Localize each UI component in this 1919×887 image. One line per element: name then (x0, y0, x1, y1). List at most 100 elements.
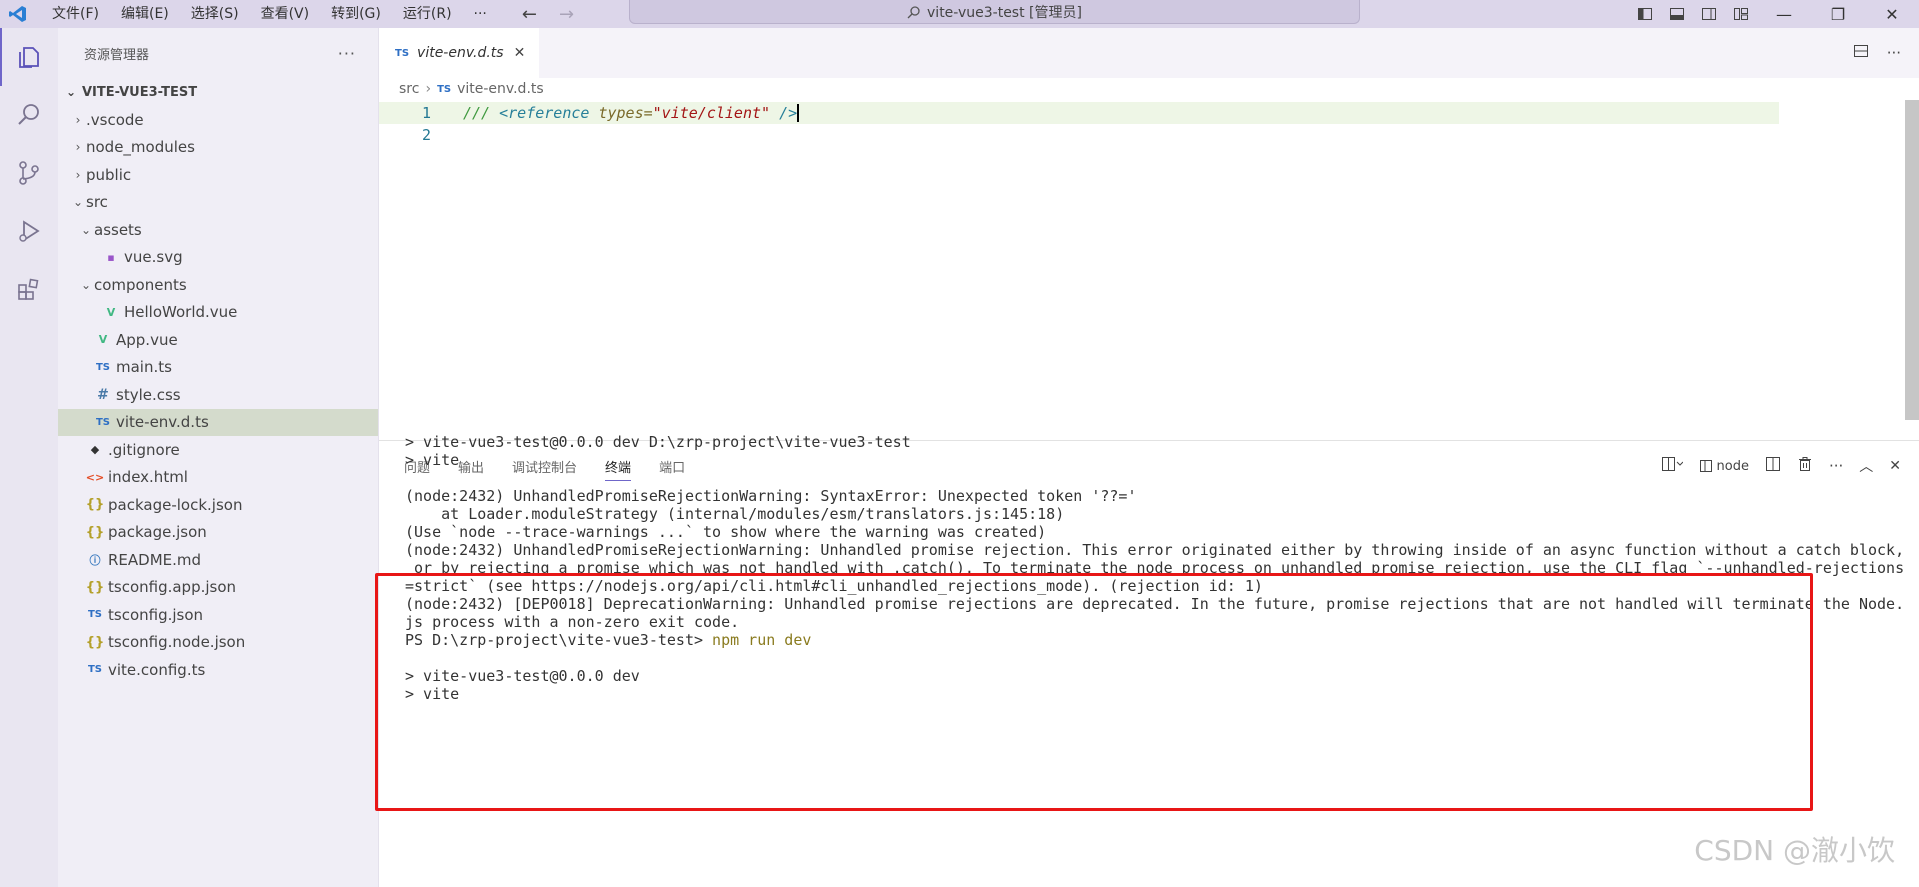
menu-selection[interactable]: 选择(S) (180, 0, 250, 28)
tree-item-label: package.json (108, 523, 207, 542)
json-file-icon: {} (85, 634, 105, 650)
tree-item[interactable]: # style.css (58, 381, 378, 409)
code-line[interactable]: 2 (379, 124, 1779, 146)
tree-item[interactable]: {} package.json (58, 519, 378, 547)
file-tree: › .vscode › node_modules › public ⌄ src ⌄ assets ▪… (58, 106, 378, 684)
explorer-sidebar: 资源管理器 ··· ⌄ VITE-VUE3-TEST › .vscode › node… (58, 28, 379, 887)
tab-close-icon[interactable]: ✕ (514, 45, 526, 61)
toggle-panel-icon[interactable] (1661, 0, 1693, 28)
ts-file-icon: TS (95, 416, 111, 428)
workspace-root[interactable]: ⌄ VITE-VUE3-TEST (58, 78, 378, 106)
explorer-more-button[interactable]: ··· (338, 44, 356, 63)
editor-scrollbar[interactable] (1905, 100, 1919, 420)
tree-item-label: vue.svg (124, 248, 183, 267)
tree-item[interactable]: › public (58, 161, 378, 189)
line-number: 2 (421, 126, 431, 144)
breadcrumb-separator: › (425, 81, 432, 97)
svg-file-icon: ▪ (107, 250, 115, 264)
typescript-file-icon: TS (395, 47, 410, 59)
menu-file[interactable]: 文件(F) (36, 0, 110, 28)
tree-item-label: tsconfig.node.json (108, 633, 246, 652)
breadcrumb-folder[interactable]: src (399, 81, 419, 97)
new-terminal-split-icon[interactable] (1661, 456, 1683, 476)
tree-item-label: README.md (108, 550, 202, 569)
tree-item[interactable]: {} package-lock.json (58, 491, 378, 519)
split-editor-icon[interactable] (1853, 43, 1869, 63)
tree-item[interactable]: › .vscode (58, 106, 378, 134)
customize-layout-icon[interactable] (1725, 0, 1757, 28)
editor-more-icon[interactable]: ··· (1887, 44, 1901, 62)
tree-item[interactable]: › node_modules (58, 134, 378, 162)
tab-output[interactable]: 输出 (458, 457, 484, 476)
code-value: "vite/client" (652, 103, 771, 122)
terminal-shell-selector[interactable]: node (1699, 459, 1749, 474)
tree-item[interactable]: TS tsconfig.json (58, 601, 378, 629)
panel-more-icon[interactable]: ··· (1829, 457, 1843, 475)
chevron-down-icon: ⌄ (72, 195, 84, 210)
source-control-icon[interactable] (0, 144, 58, 202)
tree-item[interactable]: {} tsconfig.app.json (58, 574, 378, 602)
extensions-icon[interactable] (0, 260, 58, 318)
vue-file-icon: V (98, 333, 108, 347)
css-file-icon: # (97, 386, 109, 403)
command-center-search[interactable]: vite-vue3-test [管理员] (629, 0, 1360, 24)
tree-item[interactable]: <> index.html (58, 464, 378, 492)
tree-item-label: assets (94, 220, 142, 239)
menu-view[interactable]: 查看(V) (250, 0, 321, 28)
tree-item[interactable]: V App.vue (58, 326, 378, 354)
search-activity-icon[interactable] (0, 86, 58, 144)
tree-item-label: index.html (108, 468, 188, 487)
tree-item[interactable]: TS vite.config.ts (58, 656, 378, 684)
tree-item-label: public (86, 165, 132, 184)
tree-item[interactable]: ◆ .gitignore (58, 436, 378, 464)
close-panel-icon[interactable]: ✕ (1889, 458, 1901, 474)
code-editor[interactable]: 1 /// <reference types="vite/client" /> … (379, 100, 1919, 440)
tree-item[interactable]: ⌄ src (58, 189, 378, 217)
tab-vite-env[interactable]: TS vite-env.d.ts ✕ (379, 28, 539, 78)
split-terminal-icon[interactable] (1765, 456, 1781, 476)
code-line[interactable]: 1 /// <reference types="vite/client" /> (379, 102, 1779, 124)
tree-item[interactable]: V HelloWorld.vue (58, 299, 378, 327)
explorer-title: 资源管理器 (84, 47, 150, 63)
code-attr: types= (598, 103, 653, 122)
close-window-button[interactable]: ✕ (1865, 0, 1919, 28)
shell-label: node (1716, 458, 1749, 474)
tab-debug-console[interactable]: 调试控制台 (512, 457, 577, 476)
code-text: /// <reference types="vite/client" /> (463, 103, 800, 123)
tree-item[interactable]: ⓘ README.md (58, 546, 378, 574)
restore-button[interactable]: ❐ (1811, 0, 1865, 28)
tree-item-label: tsconfig.json (108, 605, 204, 624)
menu-more[interactable]: ··· (463, 0, 498, 28)
json-file-icon: {} (85, 497, 105, 513)
kill-terminal-icon[interactable] (1797, 456, 1813, 476)
tree-item[interactable]: ⌄ assets (58, 216, 378, 244)
toggle-primary-sidebar-icon[interactable] (1629, 0, 1661, 28)
minimize-button[interactable]: — (1757, 0, 1811, 28)
toggle-secondary-sidebar-icon[interactable] (1693, 0, 1725, 28)
chevron-down-icon: ⌄ (80, 222, 92, 237)
tree-item-label: node_modules (86, 138, 195, 157)
json-file-icon: {} (85, 524, 105, 540)
forward-arrow-icon[interactable]: → (559, 4, 574, 25)
info-file-icon: ⓘ (89, 553, 101, 567)
tree-item-label: package-lock.json (108, 495, 243, 514)
maximize-panel-icon[interactable]: ︿ (1859, 456, 1873, 476)
tree-item[interactable]: ⌄ components (58, 271, 378, 299)
tree-item[interactable]: ▪ vue.svg (58, 244, 378, 272)
tree-item-label: components (94, 275, 187, 294)
code-tag-open: <reference (499, 103, 599, 122)
run-debug-icon[interactable] (0, 202, 58, 260)
tree-item[interactable]: TS vite-env.d.ts (58, 408, 378, 436)
menu-run[interactable]: 运行(R) (392, 0, 463, 28)
menu-go[interactable]: 转到(G) (320, 0, 392, 28)
tab-terminal[interactable]: 终端 (605, 457, 632, 481)
chevron-right-icon: › (75, 112, 81, 127)
tree-item[interactable]: TS main.ts (58, 354, 378, 382)
back-arrow-icon[interactable]: ← (522, 4, 537, 25)
menu-edit[interactable]: 编辑(E) (110, 0, 180, 28)
explorer-icon[interactable] (0, 28, 58, 86)
tab-ports[interactable]: 端口 (659, 457, 685, 476)
tab-label: vite-env.d.ts (417, 45, 504, 61)
tree-item[interactable]: {} tsconfig.node.json (58, 629, 378, 657)
breadcrumb-file[interactable]: vite-env.d.ts (457, 81, 544, 97)
